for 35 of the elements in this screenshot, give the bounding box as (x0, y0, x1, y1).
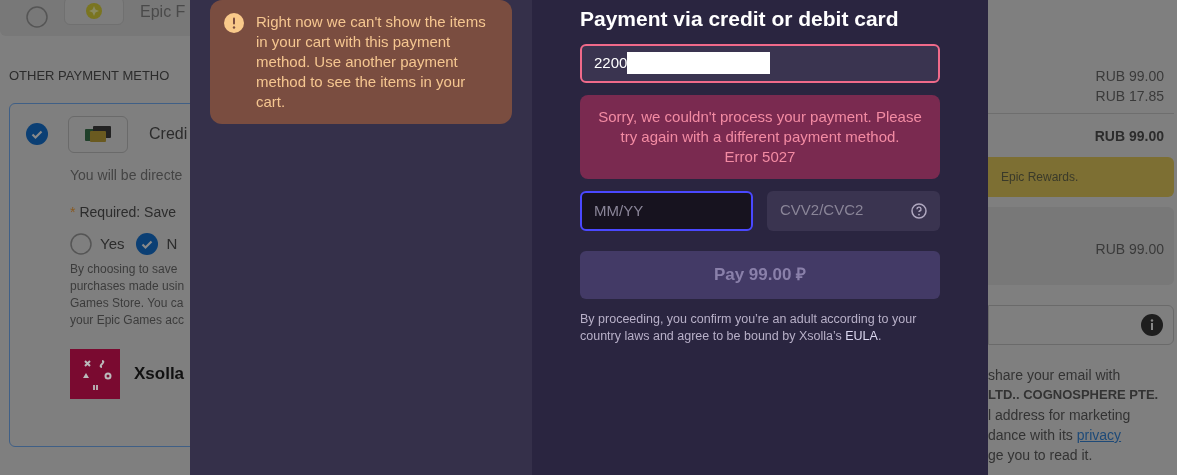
option-label: Yes (100, 233, 125, 254)
cards-icon (68, 115, 128, 153)
payment-method-label: Credi (149, 124, 188, 144)
cvv-field[interactable]: CVV2/CVC2 (767, 190, 940, 231)
price-text: RUB 99.00 (1094, 67, 1164, 86)
radio-checked-icon[interactable] (136, 232, 159, 255)
help-icon[interactable] (911, 202, 927, 219)
info-icon[interactable] (1141, 314, 1163, 336)
provider-name: Xsolla (134, 363, 185, 386)
eula-link[interactable]: EULA (845, 328, 878, 343)
warning-icon (224, 13, 244, 33)
radio-icon[interactable] (70, 232, 92, 255)
item-price: RUB 99.00 (1095, 240, 1164, 259)
card-number-field[interactable]: 2200 (580, 43, 940, 83)
xsolla-logo-icon (70, 349, 120, 399)
required-label: Required: Save (79, 202, 176, 222)
option-label: N (166, 233, 178, 254)
legal-text: By proceeding, you confirm you’re an adult according to your country laws and agree to be bound by Xsolla’s EULA. (580, 310, 918, 345)
error-message: Sorry, we couldn't process your payment. Please try again with a different payment method. Error 5027 (580, 94, 940, 179)
consent-text: share your email with LTD.. COGNOSPHERE PTE. l address for marketing dance with its privacy ge you to read it. (988, 366, 1160, 465)
total-price: RUB 99.00 (1093, 127, 1165, 146)
payment-title: Payment via credit or debit card (580, 6, 900, 32)
section-title: OTHER PAYMENT METHO (9, 67, 171, 85)
redirect-note: You will be directe (70, 165, 184, 185)
cvv-input[interactable]: CVV2/CVC2 (780, 199, 911, 222)
input-field[interactable] (988, 305, 1174, 345)
card-number-value: 2200 (594, 52, 628, 73)
notice-text: Right now we can't show the items in your cart with this payment method. Use another payment method to see the items in your cart. (256, 12, 487, 112)
required-mark: * (70, 202, 76, 222)
radio-checked-icon[interactable] (26, 123, 48, 145)
price-text: RUB 17.85 (1094, 87, 1164, 106)
save-disclaimer: By choosing to save purchases made usin Games Store. You ca your Epic Games acc (70, 261, 186, 329)
rewards-banner: Epic Rewards. (988, 157, 1174, 197)
expiry-field[interactable]: MM/YY (580, 190, 753, 231)
radio-icon[interactable] (26, 6, 48, 28)
